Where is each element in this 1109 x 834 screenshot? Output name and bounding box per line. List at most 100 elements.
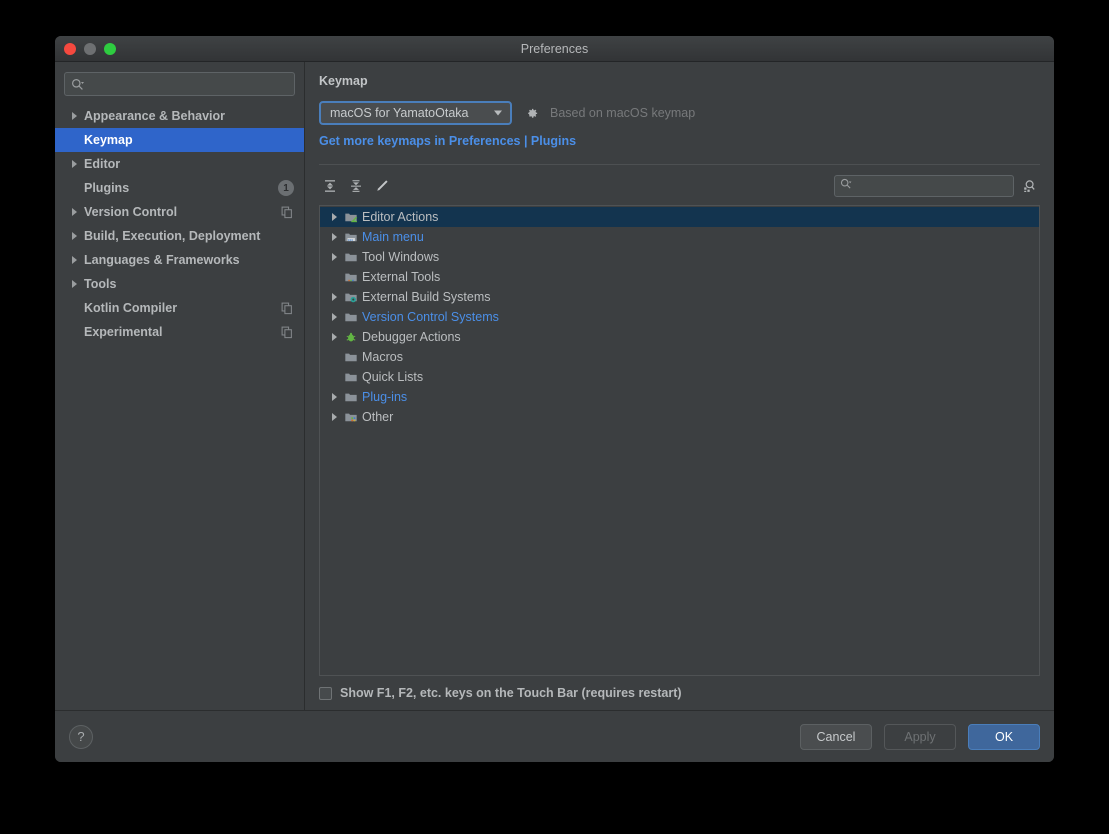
- sidebar-item-build-execution-deployment[interactable]: Build, Execution, Deployment: [55, 224, 304, 248]
- apply-button[interactable]: Apply: [884, 723, 956, 750]
- sidebar-item-experimental[interactable]: Experimental: [55, 320, 304, 344]
- chevron-right-icon[interactable]: [326, 293, 342, 301]
- divider: [319, 164, 1040, 165]
- tree-row[interactable]: Debugger Actions: [320, 327, 1039, 347]
- pencil-icon[interactable]: [371, 175, 393, 197]
- touchbar-option-row[interactable]: Show F1, F2, etc. keys on the Touch Bar …: [319, 676, 1040, 710]
- chevron-right-icon[interactable]: [326, 253, 342, 261]
- search-icon: [840, 177, 852, 195]
- title-bar: Preferences: [55, 36, 1054, 62]
- preferences-window: Preferences Appearance & Behavior Keymap E: [55, 36, 1054, 762]
- help-button[interactable]: ?: [69, 724, 93, 749]
- sidebar-item-tools[interactable]: Tools: [55, 272, 304, 296]
- sidebar-item-adornment: [280, 301, 294, 315]
- status-badge: 1: [278, 180, 294, 196]
- folder-icon: [342, 250, 360, 264]
- tree-row[interactable]: Other: [320, 407, 1039, 427]
- find-by-shortcut-icon[interactable]: [1018, 175, 1040, 197]
- tree-row[interactable]: Macros: [320, 347, 1039, 367]
- sidebar-item-list: Appearance & Behavior Keymap Editor Plugins…: [55, 102, 304, 344]
- sidebar-item-editor[interactable]: Editor: [55, 152, 304, 176]
- keymap-search-field[interactable]: [834, 175, 1014, 197]
- keymap-search-input[interactable]: [852, 180, 1010, 192]
- folder-icon: [342, 350, 360, 364]
- chevron-right-icon[interactable]: [67, 232, 81, 240]
- chevron-right-icon[interactable]: [326, 213, 342, 221]
- tree-row-label: Plug-ins: [362, 390, 408, 404]
- folder-icon: [342, 390, 360, 404]
- sidebar-item-label: Build, Execution, Deployment: [84, 229, 261, 243]
- tree-row-label: Tool Windows: [362, 250, 440, 264]
- tree-row[interactable]: Version Control Systems: [320, 307, 1039, 327]
- chevron-right-icon[interactable]: [67, 256, 81, 264]
- other-icon: [342, 410, 360, 424]
- keymap-actions-tree[interactable]: Editor Actions Main menu Tool Windows Exter…: [319, 205, 1040, 676]
- tree-row[interactable]: Plug-ins: [320, 387, 1039, 407]
- sidebar-item-label: Plugins: [84, 181, 130, 195]
- settings-sidebar: Appearance & Behavior Keymap Editor Plugins…: [55, 62, 305, 710]
- copy-icon: [280, 301, 294, 315]
- tree-row[interactable]: Editor Actions: [320, 207, 1039, 227]
- tree-row-label: Debugger Actions: [362, 330, 461, 344]
- tree-row-label: External Build Systems: [362, 290, 491, 304]
- page-title: Keymap: [319, 74, 368, 88]
- sidebar-item-label: Appearance & Behavior: [84, 109, 226, 123]
- touchbar-label: Show F1, F2, etc. keys on the Touch Bar …: [340, 686, 682, 700]
- sidebar-item-kotlin-compiler[interactable]: Kotlin Compiler: [55, 296, 304, 320]
- tree-row-label: Other: [362, 410, 394, 424]
- keymap-combobox-value: macOS for YamatoOtaka: [330, 106, 469, 120]
- cancel-button[interactable]: Cancel: [800, 723, 872, 750]
- keymap-settings-panel: Keymap macOS for YamatoOtaka Based on ma…: [305, 62, 1054, 710]
- tree-row[interactable]: Quick Lists: [320, 367, 1039, 387]
- sidebar-item-keymap[interactable]: Keymap: [55, 128, 304, 152]
- expand-all-icon[interactable]: [319, 175, 341, 197]
- tree-row-label: Main menu: [362, 230, 424, 244]
- sidebar-item-label: Keymap: [84, 133, 133, 147]
- based-on-label: Based on macOS keymap: [550, 106, 696, 120]
- tree-row[interactable]: Tool Windows: [320, 247, 1039, 267]
- sidebar-search-container: [55, 62, 304, 102]
- folder-icon: [342, 310, 360, 324]
- chevron-right-icon[interactable]: [326, 413, 342, 421]
- build-systems-icon: [342, 290, 360, 304]
- sidebar-search-field[interactable]: [64, 72, 295, 96]
- sidebar-item-label: Experimental: [84, 325, 163, 339]
- sidebar-search-input[interactable]: [84, 77, 288, 91]
- sidebar-item-label: Languages & Frameworks: [84, 253, 240, 267]
- chevron-down-icon: [494, 110, 502, 116]
- sidebar-item-appearance-behavior[interactable]: Appearance & Behavior: [55, 104, 304, 128]
- plugins-link-row: Get more keymaps in Preferences | Plugin…: [319, 132, 1040, 150]
- sidebar-item-label: Kotlin Compiler: [84, 301, 178, 315]
- collapse-all-icon[interactable]: [345, 175, 367, 197]
- chevron-right-icon[interactable]: [326, 313, 342, 321]
- gear-icon[interactable]: [522, 104, 540, 122]
- window-title: Preferences: [520, 41, 589, 56]
- tree-row-label: External Tools: [362, 270, 441, 284]
- sidebar-item-languages-frameworks[interactable]: Languages & Frameworks: [55, 248, 304, 272]
- chevron-right-icon[interactable]: [326, 233, 342, 241]
- window-body: Appearance & Behavior Keymap Editor Plugins…: [55, 62, 1054, 710]
- search-icon: [71, 78, 84, 91]
- tree-row[interactable]: Main menu: [320, 227, 1039, 247]
- chevron-right-icon[interactable]: [67, 112, 81, 120]
- get-more-keymaps-link[interactable]: Get more keymaps in Preferences | Plugin…: [319, 134, 576, 148]
- chevron-right-icon[interactable]: [326, 393, 342, 401]
- tree-row-label: Quick Lists: [362, 370, 424, 384]
- sidebar-item-adornment: 1: [278, 180, 294, 196]
- folder-icon: [342, 370, 360, 384]
- touchbar-checkbox[interactable]: [319, 686, 332, 700]
- chevron-right-icon[interactable]: [67, 160, 81, 168]
- sidebar-item-plugins[interactable]: Plugins 1: [55, 176, 304, 200]
- tree-row[interactable]: External Build Systems: [320, 287, 1039, 307]
- chevron-right-icon[interactable]: [326, 333, 342, 341]
- keymap-combobox[interactable]: macOS for YamatoOtaka: [319, 101, 512, 125]
- sidebar-item-label: Editor: [84, 157, 121, 171]
- dialog-footer: ? Cancel Apply OK: [55, 710, 1054, 762]
- ok-button[interactable]: OK: [968, 723, 1040, 750]
- chevron-right-icon[interactable]: [67, 280, 81, 288]
- sidebar-item-version-control[interactable]: Version Control: [55, 200, 304, 224]
- copy-icon: [280, 325, 294, 339]
- tree-row[interactable]: External Tools: [320, 267, 1039, 287]
- chevron-right-icon[interactable]: [67, 208, 81, 216]
- sidebar-item-label: Version Control: [84, 205, 178, 219]
